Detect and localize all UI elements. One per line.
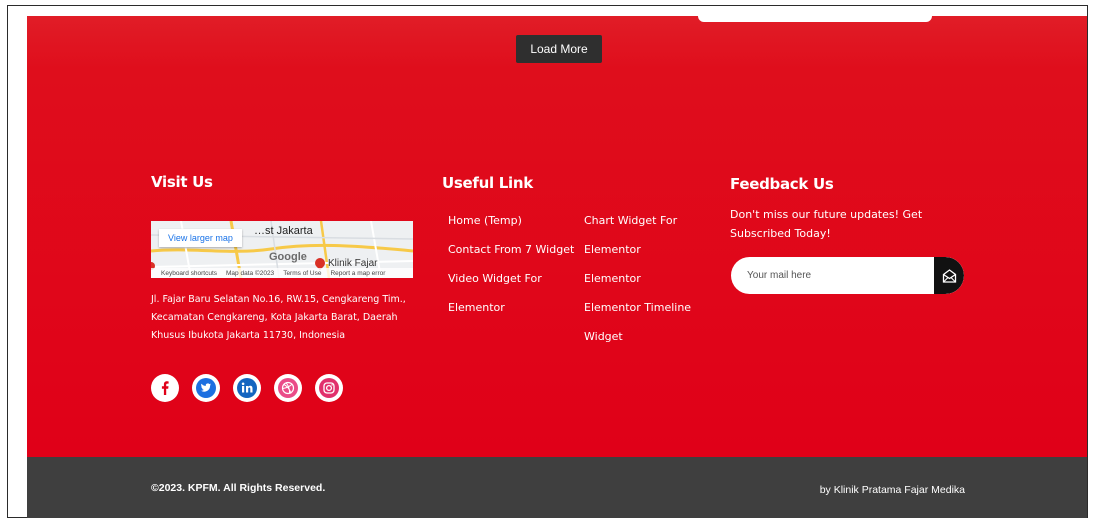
link-chart-widget-elementor[interactable]: Elementor [584, 235, 691, 264]
feedback-heading: Feedback Us [730, 175, 834, 193]
useful-link-heading: Useful Link [442, 174, 533, 192]
linkedin-icon[interactable] [233, 374, 261, 402]
link-elementor-timeline-widget[interactable]: Widget [584, 322, 691, 351]
map-keyboard-shortcuts[interactable]: Keyboard shortcuts [161, 270, 217, 277]
map-terms[interactable]: Terms of Use [283, 270, 321, 277]
link-elementor[interactable]: Elementor [584, 264, 691, 293]
map-report-error[interactable]: Report a map error [330, 270, 385, 277]
view-larger-map-link[interactable]: View larger map [159, 229, 242, 247]
link-elementor-timeline[interactable]: Elementor Timeline [584, 293, 691, 322]
search-bar-edge [698, 16, 932, 22]
link-video-widget-elementor[interactable]: Elementor [448, 293, 574, 322]
copyright-text: ©2023. KPFM. All Rights Reserved. [151, 482, 326, 494]
envelope-icon [942, 268, 956, 283]
embedded-map[interactable]: View larger map …st Jakarta Google Klini… [151, 221, 413, 278]
map-attribution: Keyboard shortcuts Map data ©2023 Terms … [151, 268, 413, 278]
link-contact-form-7-widget[interactable]: Contact From 7 Widget [448, 235, 574, 264]
feedback-description: Don't miss our future updates! Get Subsc… [730, 208, 923, 240]
email-input[interactable] [731, 257, 934, 294]
facebook-icon[interactable] [151, 374, 179, 402]
dribbble-icon[interactable] [274, 374, 302, 402]
credit-text: by Klinik Pratama Fajar Medika [819, 484, 965, 496]
social-links [151, 374, 343, 402]
instagram-icon[interactable] [315, 374, 343, 402]
load-more-button[interactable]: Load More [516, 35, 602, 63]
clinic-address: Jl. Fajar Baru Selatan No.16, RW.15, Cen… [151, 294, 406, 341]
map-place-label: …st Jakarta [254, 225, 313, 237]
bottom-bar: ©2023. KPFM. All Rights Reserved. by Kli… [27, 457, 1087, 518]
useful-links-col-2: Chart Widget For Elementor Elementor Ele… [584, 206, 691, 351]
newsletter-form [731, 257, 964, 294]
link-home-temp[interactable]: Home (Temp) [448, 206, 574, 235]
map-data: Map data ©2023 [226, 269, 275, 277]
visit-us-heading: Visit Us [151, 173, 213, 191]
link-video-widget[interactable]: Video Widget For [448, 264, 574, 293]
useful-links-col-1: Home (Temp) Contact From 7 Widget Video … [448, 206, 574, 322]
google-logo: Google [269, 251, 307, 263]
link-chart-widget[interactable]: Chart Widget For [584, 206, 691, 235]
twitter-icon[interactable] [192, 374, 220, 402]
